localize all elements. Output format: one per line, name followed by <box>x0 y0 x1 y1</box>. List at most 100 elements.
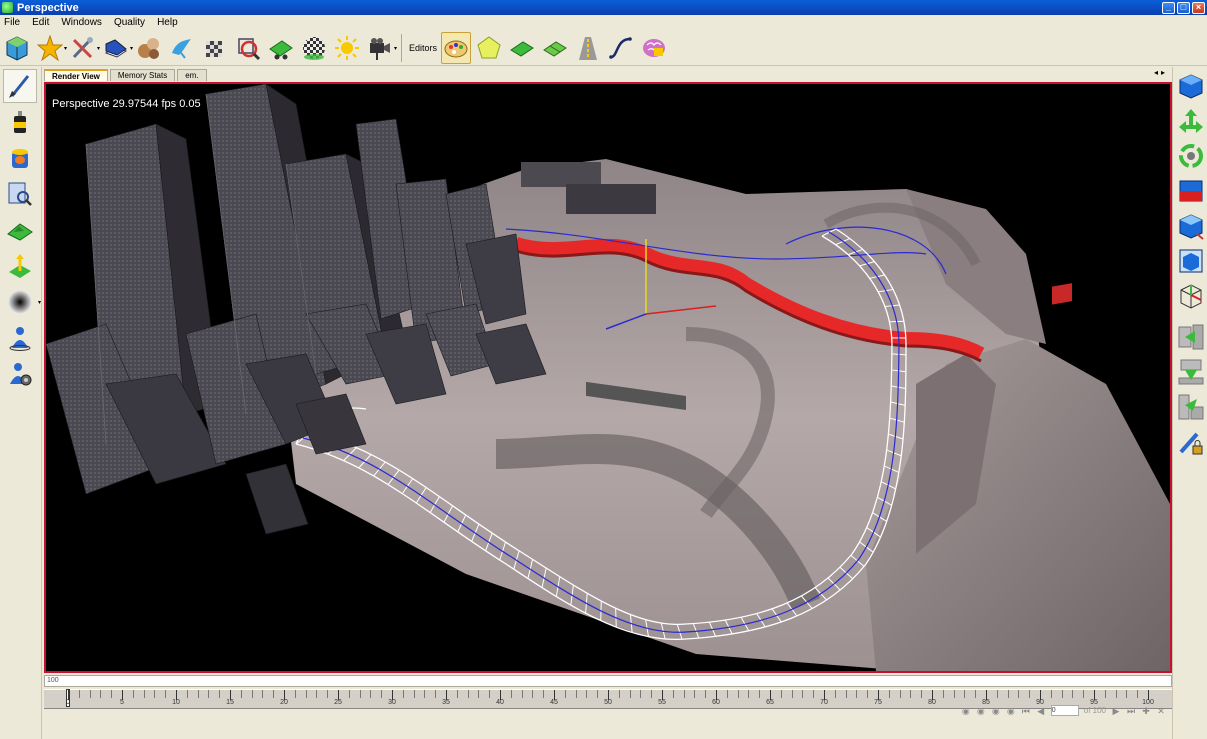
spray-can-icon[interactable] <box>3 105 37 139</box>
keyframe-icon[interactable]: ◉ <box>1006 706 1016 716</box>
paint-bucket-icon[interactable] <box>3 141 37 175</box>
timeline-tick <box>586 690 588 698</box>
delete-key-icon[interactable]: ✕ <box>1156 706 1166 716</box>
timeline-tick <box>942 690 944 698</box>
maximize-button[interactable]: □ <box>1177 1 1190 14</box>
previous-frame-icon[interactable]: ◀ <box>1036 706 1046 716</box>
timeline-range-field[interactable]: 100 <box>44 675 1172 687</box>
star-icon[interactable]: ▾ <box>35 32 67 64</box>
wireframe-cube-icon[interactable] <box>1175 280 1207 312</box>
timeline-tick <box>618 690 620 698</box>
timeline-tick <box>132 690 134 698</box>
timeline-tick <box>489 690 491 698</box>
timeline-tick <box>694 690 696 698</box>
timeline-tick <box>726 690 728 698</box>
spheres-icon[interactable] <box>134 32 164 64</box>
actor-icon[interactable] <box>3 321 37 355</box>
last-frame-icon[interactable]: ⏭ <box>1126 706 1136 716</box>
timeline-tick <box>456 690 458 698</box>
app-icon <box>2 2 13 13</box>
timeline-tick <box>1072 690 1074 698</box>
select-cube-icon[interactable] <box>1175 210 1207 242</box>
grass-plane-icon[interactable] <box>507 32 537 64</box>
add-key-icon[interactable]: ✚ <box>1141 706 1151 716</box>
timeline-tick <box>143 690 145 698</box>
timeline-tick-label: 35 <box>442 699 450 706</box>
move-arrows-icon[interactable] <box>1175 105 1207 137</box>
pentagon-icon[interactable] <box>474 32 504 64</box>
ground-plane-icon[interactable] <box>540 32 570 64</box>
timeline-tick <box>305 690 307 698</box>
checker-cube-icon[interactable] <box>200 32 230 64</box>
timeline-tick <box>845 690 847 698</box>
timeline-tick-label: 75 <box>874 699 882 706</box>
timeline-tick <box>910 690 912 698</box>
terrain-icon[interactable] <box>3 213 37 247</box>
scene-box-icon[interactable] <box>2 32 32 64</box>
actor-settings-icon[interactable] <box>3 357 37 391</box>
timeline-tick <box>1126 690 1128 698</box>
timeline-tick <box>975 690 977 698</box>
magnify-cube-icon[interactable] <box>233 32 263 64</box>
timeline-tick <box>165 690 167 698</box>
soft-brush-icon[interactable]: ▾ <box>3 285 41 319</box>
timeline-tick <box>791 690 793 698</box>
bird-icon[interactable] <box>167 32 197 64</box>
timeline-tick <box>856 690 858 698</box>
palette-icon[interactable] <box>441 31 472 64</box>
close-button[interactable]: × <box>1192 1 1205 14</box>
render-icon[interactable]: ◉ <box>961 706 971 716</box>
camera-icon[interactable]: ▾ <box>365 32 397 64</box>
tab-em[interactable]: em. <box>177 69 207 81</box>
scale-box-icon[interactable] <box>1175 175 1207 207</box>
timeline-tick <box>413 690 415 698</box>
brain-icon[interactable] <box>639 32 669 64</box>
timeline-tick-label: 70 <box>820 699 828 706</box>
current-frame-input[interactable] <box>1050 705 1079 716</box>
blue-cube-icon[interactable] <box>1175 70 1207 102</box>
sun-icon[interactable] <box>332 32 362 64</box>
camera-key-icon[interactable]: ◉ <box>991 706 1001 716</box>
menu-quality[interactable]: Quality <box>114 17 145 28</box>
timeline-tick <box>240 690 242 698</box>
snap-right-icon[interactable] <box>1175 321 1207 353</box>
menu-file[interactable]: File <box>4 17 20 28</box>
left-toolbar: ▾ <box>0 67 42 739</box>
timeline-tick <box>1061 690 1063 698</box>
first-frame-icon[interactable]: ⏮ <box>1021 706 1031 716</box>
toolbar-separator <box>401 33 402 62</box>
blue-box-icon[interactable] <box>1175 245 1207 277</box>
timeline-panel: 100 0 5 10 15 20 25 30 35 40 45 50 55 60 65 70 75 80 85 90… <box>44 675 1172 739</box>
tab-scroll-arrows[interactable]: ◂▸ <box>1154 68 1168 77</box>
tab-memory-stats[interactable]: Memory Stats <box>109 69 176 81</box>
terrain-vehicle-icon[interactable] <box>266 32 296 64</box>
menu-windows[interactable]: Windows <box>61 17 102 28</box>
record-icon[interactable]: ◉ <box>976 706 986 716</box>
render-viewport[interactable]: Perspective 29.97544 fps 0.05 <box>44 82 1172 673</box>
next-frame-icon[interactable]: ▶ <box>1111 706 1121 716</box>
timeline-tick <box>402 690 404 698</box>
timeline-tick <box>327 690 329 698</box>
curve-icon[interactable] <box>606 32 636 64</box>
scan-tool-icon[interactable] <box>3 177 37 211</box>
rotate-icon[interactable] <box>1175 140 1207 172</box>
snap-down-icon[interactable] <box>1175 356 1207 388</box>
raise-terrain-icon[interactable] <box>3 249 37 283</box>
timeline-tick-label: 10 <box>172 699 180 706</box>
tab-render-view[interactable]: Render View <box>44 69 108 81</box>
timeline-tick <box>1083 690 1085 698</box>
snap-corner-icon[interactable] <box>1175 391 1207 423</box>
timeline-tick <box>219 690 221 698</box>
menu-edit[interactable]: Edit <box>32 17 49 28</box>
minimize-button[interactable]: _ <box>1162 1 1175 14</box>
book-icon[interactable]: ▾ <box>101 32 133 64</box>
brush-icon[interactable] <box>3 69 37 103</box>
menu-help[interactable]: Help <box>157 17 178 28</box>
timeline-tick <box>381 690 383 698</box>
editors-label: Editors <box>409 42 438 53</box>
link-lock-icon[interactable] <box>1175 426 1207 458</box>
tools-icon[interactable]: ▾ <box>68 32 100 64</box>
road-icon[interactable] <box>573 32 603 64</box>
timeline-tick-label: 25 <box>334 699 342 706</box>
checker-sphere-icon[interactable] <box>299 32 329 64</box>
